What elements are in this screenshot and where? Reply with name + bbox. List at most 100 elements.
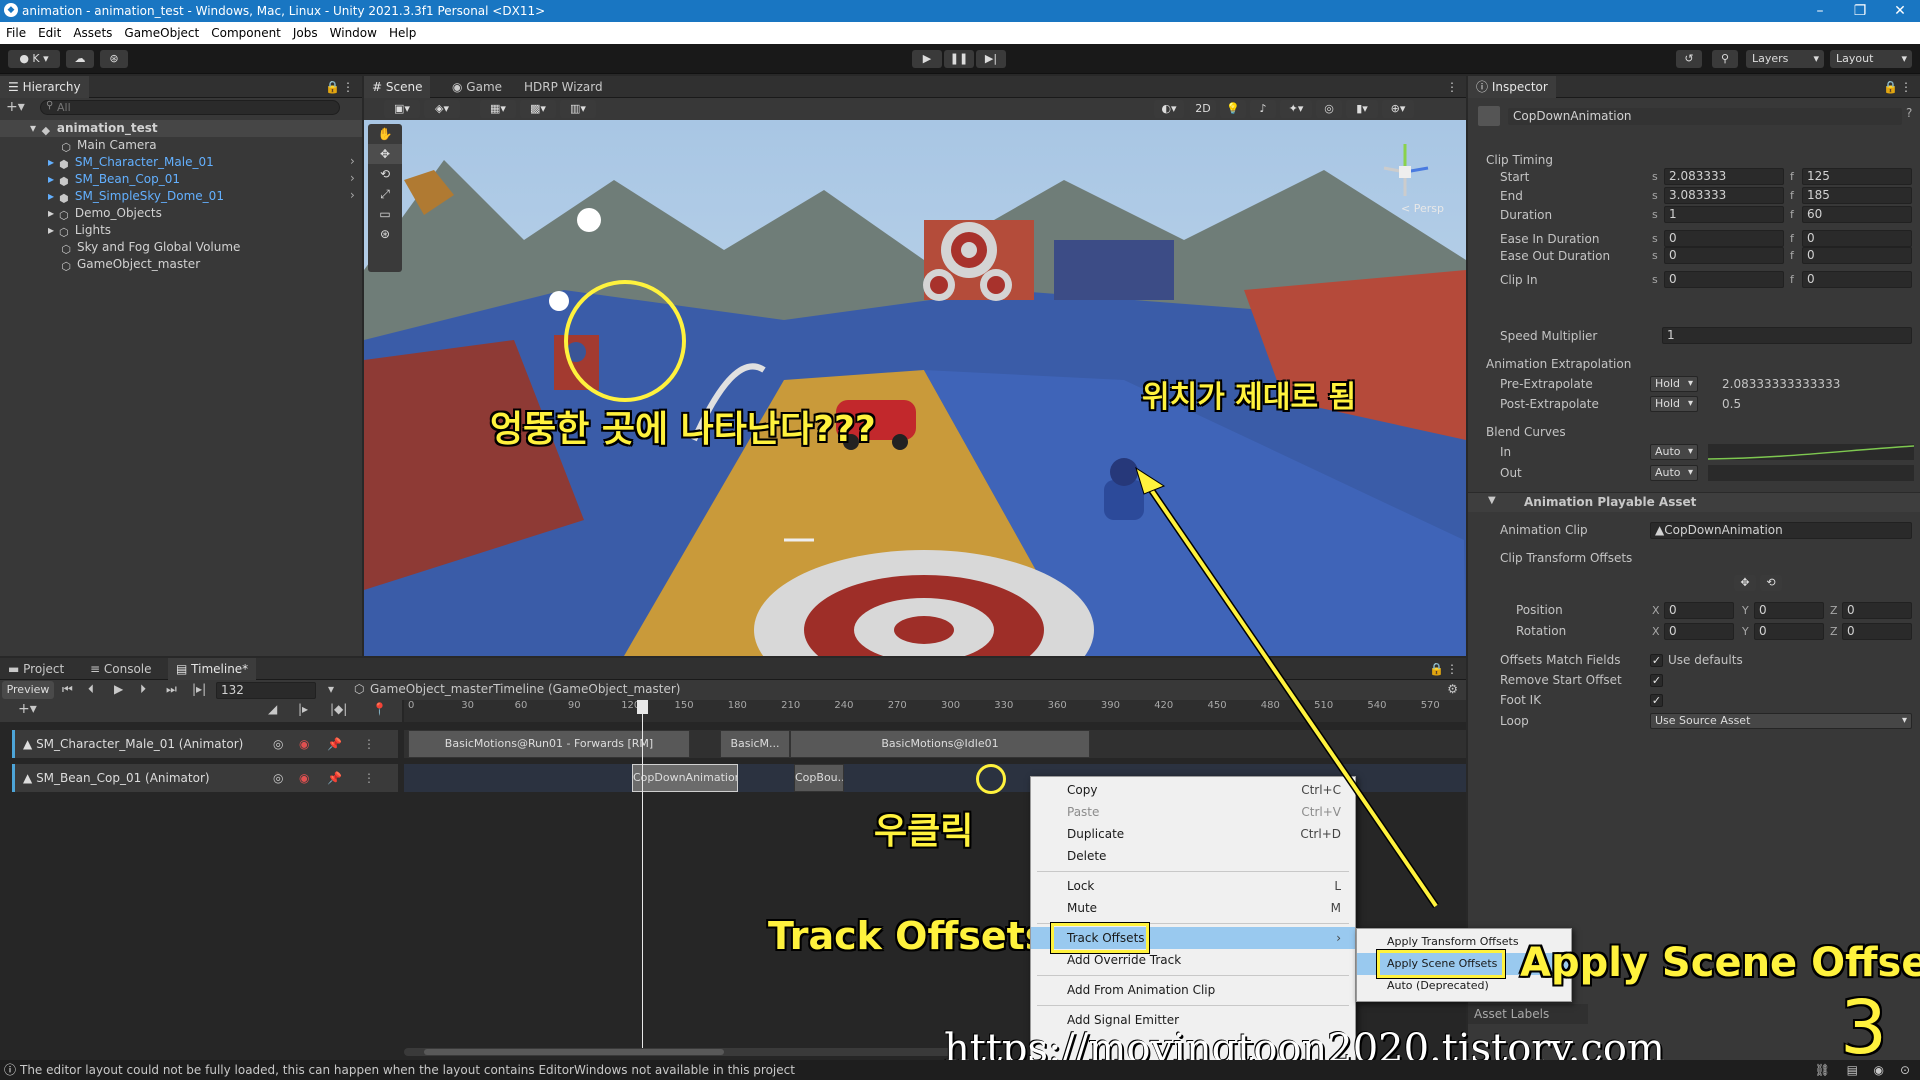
- cloud-status-icon[interactable]: ⊙: [1900, 1060, 1910, 1080]
- timeline-asset-label[interactable]: GameObject_masterTimeline (GameObject_ma…: [370, 682, 680, 696]
- loop-dropdown[interactable]: Use Source Asset: [1650, 713, 1912, 729]
- target-icon[interactable]: ◎: [273, 764, 283, 792]
- timeline-clip[interactable]: BasicMotions@Idle01: [790, 730, 1090, 758]
- loop-icon[interactable]: |▸|: [192, 682, 206, 696]
- blend-in-dropdown[interactable]: Auto: [1650, 444, 1698, 460]
- orientation-gizmo[interactable]: [1380, 138, 1430, 198]
- timing-seconds-field[interactable]: 2.083333: [1664, 168, 1784, 185]
- menu-item-lock[interactable]: Lock L: [1031, 875, 1355, 897]
- hierarchy-item[interactable]: ⬡ Main Camera: [60, 137, 156, 154]
- menu-edit[interactable]: Edit: [32, 22, 67, 44]
- menu-item-delete[interactable]: Delete: [1031, 845, 1355, 867]
- play-button[interactable]: ▶: [912, 50, 942, 68]
- use-defaults-checkbox[interactable]: ✓: [1650, 654, 1663, 667]
- blend-out-dropdown[interactable]: Auto: [1650, 465, 1698, 481]
- hierarchy-item[interactable]: ⬡ Sky and Fog Global Volume: [60, 239, 240, 256]
- shader-icon[interactable]: ▤: [1847, 1060, 1858, 1080]
- next-frame-icon[interactable]: ⏵: [140, 682, 146, 697]
- timing-seconds-field[interactable]: 0: [1664, 271, 1784, 288]
- scrollbar-thumb[interactable]: [424, 1049, 724, 1055]
- foot-ik-checkbox[interactable]: ✓: [1650, 694, 1663, 707]
- chevron-right-icon[interactable]: ›: [350, 188, 355, 202]
- go-end-icon[interactable]: ⏭: [166, 682, 177, 697]
- pre-extrapolate-dropdown[interactable]: Hold: [1650, 376, 1698, 392]
- scene-viewport[interactable]: ✋ ✥ ⟲ ⤢ ▭ ⊛ < Persp 엉뚱한 곳에 나타난다??? 위치가 제…: [364, 120, 1466, 656]
- timeline-clip[interactable]: BasicM...: [720, 730, 790, 758]
- persp-label[interactable]: < Persp: [1401, 202, 1444, 215]
- menu-item-copy[interactable]: Copy Ctrl+C: [1031, 779, 1355, 801]
- menu-component[interactable]: Component: [205, 22, 287, 44]
- post-extrapolate-dropdown[interactable]: Hold: [1650, 396, 1698, 412]
- move-tool-icon[interactable]: ✥: [1734, 575, 1756, 591]
- rotation-y-field[interactable]: 0: [1754, 623, 1824, 640]
- hierarchy-item[interactable]: ⬡ GameObject_master: [60, 256, 200, 273]
- timing-frames-field[interactable]: 0: [1802, 271, 1912, 288]
- asset-labels[interactable]: Asset Labels: [1468, 1004, 1588, 1024]
- rect-icon[interactable]: ▭: [368, 204, 402, 224]
- timing-seconds-field[interactable]: 3.083333: [1664, 187, 1784, 204]
- object-name-field[interactable]: CopDownAnimation: [1508, 108, 1902, 125]
- animation-clip-field[interactable]: ▲CopDownAnimation: [1650, 522, 1912, 539]
- collab-icon[interactable]: ⊛: [100, 50, 128, 68]
- scene-root[interactable]: ▾ ◆ animation_test: [0, 120, 362, 137]
- settings-icon[interactable]: ⚙: [1447, 682, 1458, 696]
- tab-timeline[interactable]: ▤ Timeline*: [168, 658, 257, 680]
- search-input[interactable]: [40, 100, 340, 115]
- menu-jobs[interactable]: Jobs: [287, 22, 324, 44]
- frame-field[interactable]: 132: [216, 682, 316, 699]
- menu-item-duplicate[interactable]: Duplicate Ctrl+D: [1031, 823, 1355, 845]
- timing-frames-field[interactable]: 0: [1802, 247, 1912, 264]
- blend-out-curve[interactable]: [1708, 465, 1914, 481]
- rotation-x-field[interactable]: 0: [1664, 623, 1734, 640]
- add-track-icon[interactable]: +▾: [18, 701, 37, 717]
- audio-icon[interactable]: ♪: [1250, 100, 1276, 118]
- menu-file[interactable]: File: [0, 22, 32, 44]
- shading-icon[interactable]: ◐▾: [1154, 100, 1184, 118]
- hierarchy-item[interactable]: ▸ ⬢ SM_SimpleSky_Dome_01: [48, 188, 224, 205]
- pause-button[interactable]: ❚❚: [944, 50, 974, 68]
- position-y-field[interactable]: 0: [1754, 602, 1824, 619]
- hierarchy-item[interactable]: ▸ ⬢ SM_Bean_Cop_01: [48, 171, 180, 188]
- chevron-down-icon[interactable]: ▾: [328, 682, 334, 696]
- more-icon[interactable]: ⋮: [363, 730, 375, 758]
- menu-gameobject[interactable]: GameObject: [118, 22, 205, 44]
- timing-seconds-field[interactable]: 0: [1664, 230, 1784, 247]
- track-header-cop[interactable]: ▲ SM_Bean_Cop_01 (Animator) ◎ ◉ 📌 ⋮: [12, 764, 398, 792]
- playable-asset-header[interactable]: ▼ Animation Playable Asset: [1468, 492, 1920, 512]
- hierarchy-item[interactable]: ▸ ⬡ Lights: [48, 222, 111, 239]
- track-header-character[interactable]: ▲ SM_Character_Male_01 (Animator) ◎ ◉ 📌 …: [12, 730, 398, 758]
- time-ruler[interactable]: 0 30 60 90 120 150 180 210 240 270 300 330 360 390 420…: [404, 700, 1466, 722]
- minimize-button[interactable]: –: [1800, 0, 1840, 22]
- tab-scene[interactable]: # Scene: [364, 76, 431, 98]
- lock-icon[interactable]: 🔒: [1883, 76, 1898, 98]
- lock-icon[interactable]: 🔒: [325, 76, 340, 98]
- tab-console[interactable]: ≡ Console: [82, 658, 160, 680]
- timing-frames-field[interactable]: 185: [1802, 187, 1912, 204]
- timeline-clip[interactable]: CopBou...: [794, 764, 844, 792]
- timing-frames-field[interactable]: 0: [1802, 230, 1912, 247]
- scale-icon[interactable]: ⤢: [368, 184, 402, 204]
- rotation-z-field[interactable]: 0: [1842, 623, 1912, 640]
- hand-icon[interactable]: ✋: [368, 124, 402, 144]
- menu-item-mute[interactable]: Mute M: [1031, 897, 1355, 919]
- hierarchy-item[interactable]: ▸ ⬡ Demo_Objects: [48, 205, 162, 222]
- go-start-icon[interactable]: ⏮: [62, 682, 73, 697]
- more-icon[interactable]: ⋮: [342, 76, 354, 98]
- position-z-field[interactable]: 0: [1842, 602, 1912, 619]
- account-button[interactable]: ● K ▾: [8, 50, 60, 68]
- remove-start-offset-checkbox[interactable]: ✓: [1650, 674, 1663, 687]
- transform-icon[interactable]: ⊛: [368, 224, 402, 244]
- pin-icon[interactable]: 📍: [372, 702, 387, 716]
- more-icon[interactable]: ⋮: [1446, 658, 1458, 680]
- tab-hdrp-wizard[interactable]: HDRP Wizard: [516, 76, 611, 98]
- gizmos-icon[interactable]: ⊕▾: [1382, 100, 1414, 118]
- blend-in-curve[interactable]: [1707, 444, 1915, 460]
- collab-status-icon[interactable]: ◉: [1874, 1060, 1884, 1080]
- network-icon[interactable]: ⛓: [1815, 1060, 1830, 1080]
- record-icon[interactable]: ◉: [299, 764, 309, 792]
- hierarchy-item[interactable]: ▸ ⬢ SM_Character_Male_01: [48, 154, 214, 171]
- draw-mode-icon[interactable]: ▣▾: [384, 100, 420, 118]
- menu-item-add-from-clip[interactable]: Add From Animation Clip: [1031, 979, 1355, 1001]
- more-icon[interactable]: ⋮: [1446, 76, 1458, 98]
- more-icon[interactable]: ⋮: [363, 764, 375, 792]
